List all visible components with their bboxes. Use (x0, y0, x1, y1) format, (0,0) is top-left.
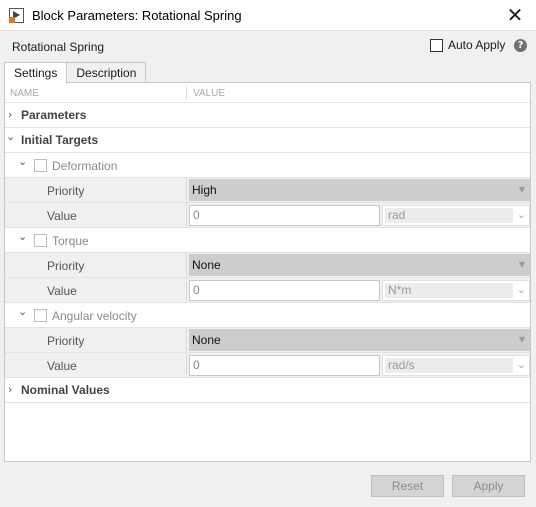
dropdown-arrow-icon: ▼ (518, 335, 525, 344)
chevron-down-icon[interactable]: ⌄ (18, 305, 27, 318)
tab-bar: Settings Description (4, 62, 147, 84)
section-nominal-values[interactable]: › Nominal Values (5, 378, 530, 403)
target-torque: ⌄ Torque (5, 228, 530, 253)
chevron-right-icon[interactable]: › (8, 383, 12, 396)
title-bar: Block Parameters: Rotational Spring ✕ (0, 0, 536, 31)
chevron-down-icon: ⌄ (516, 283, 526, 296)
target-deformation: ⌄ Deformation (5, 153, 530, 178)
dropdown-arrow-icon: ▼ (518, 260, 525, 269)
angular-velocity-unit-select[interactable]: rad/s ⌄ (382, 355, 530, 376)
priority-label: Priority (47, 259, 85, 273)
auto-apply-checkbox[interactable] (430, 38, 443, 52)
chevron-right-icon[interactable]: › (8, 108, 12, 121)
name-column-header: NAME (10, 88, 39, 99)
torque-checkbox[interactable] (34, 234, 47, 247)
chevron-down-icon: ⌄ (516, 208, 526, 221)
target-label: Torque (52, 234, 89, 248)
angular-velocity-value-row: Value 0 rad/s ⌄ (5, 353, 530, 378)
angular-velocity-priority-dropdown[interactable]: None ▼ (189, 329, 530, 351)
angular-velocity-checkbox[interactable] (34, 309, 47, 322)
angular-velocity-priority-row: Priority None ▼ (5, 328, 530, 353)
section-label: Nominal Values (21, 383, 110, 397)
target-angular-velocity: ⌄ Angular velocity (5, 303, 530, 328)
simulink-block-icon (9, 8, 24, 23)
priority-value: None (192, 258, 221, 272)
value-label: Value (47, 209, 77, 223)
value-column-header: VALUE (193, 88, 226, 99)
value-label: Value (47, 284, 77, 298)
deformation-checkbox[interactable] (34, 159, 47, 172)
chevron-down-icon[interactable]: ⌄ (6, 130, 15, 143)
section-parameters[interactable]: › Parameters (5, 103, 530, 128)
apply-button[interactable]: Apply (452, 475, 525, 497)
deformation-priority-dropdown[interactable]: High ▼ (189, 179, 530, 201)
tab-description[interactable]: Description (66, 62, 147, 83)
torque-unit-select[interactable]: N*m ⌄ (382, 280, 530, 301)
window-title: Block Parameters: Rotational Spring (32, 8, 242, 23)
column-header: NAME VALUE (5, 83, 530, 103)
unit-value: rad/s (385, 358, 513, 373)
priority-value: None (192, 333, 221, 347)
block-name-label: Rotational Spring (12, 40, 105, 54)
deformation-unit-select[interactable]: rad ⌄ (382, 205, 530, 226)
priority-label: Priority (47, 184, 85, 198)
priority-label: Priority (47, 334, 85, 348)
parameter-table: NAME VALUE › Parameters ⌄ Initial Target… (4, 82, 531, 462)
dropdown-arrow-icon: ▼ (518, 185, 525, 194)
auto-apply-label: Auto Apply (448, 38, 506, 52)
priority-value: High (192, 183, 217, 197)
torque-priority-dropdown[interactable]: None ▼ (189, 254, 530, 276)
close-icon[interactable]: ✕ (502, 3, 528, 27)
reset-button[interactable]: Reset (371, 475, 444, 497)
deformation-value-input[interactable]: 0 (189, 205, 380, 226)
deformation-value-row: Value 0 rad ⌄ (5, 203, 530, 228)
deformation-priority-row: Priority High ▼ (5, 178, 530, 203)
chevron-down-icon: ⌄ (516, 358, 526, 371)
unit-value: rad (385, 208, 513, 223)
value-label: Value (47, 359, 77, 373)
section-label: Parameters (21, 108, 87, 122)
auto-apply-toggle[interactable]: Auto Apply (430, 38, 505, 52)
section-label: Initial Targets (21, 133, 99, 147)
target-label: Angular velocity (52, 309, 137, 323)
section-initial-targets[interactable]: ⌄ Initial Targets (5, 128, 530, 153)
chevron-down-icon[interactable]: ⌄ (18, 230, 27, 243)
unit-value: N*m (385, 283, 513, 298)
target-label: Deformation (52, 159, 118, 173)
tab-settings[interactable]: Settings (4, 62, 68, 84)
angular-velocity-value-input[interactable]: 0 (189, 355, 380, 376)
help-icon[interactable]: ? (514, 39, 527, 52)
torque-value-row: Value 0 N*m ⌄ (5, 278, 530, 303)
torque-priority-row: Priority None ▼ (5, 253, 530, 278)
chevron-down-icon[interactable]: ⌄ (18, 155, 27, 168)
torque-value-input[interactable]: 0 (189, 280, 380, 301)
